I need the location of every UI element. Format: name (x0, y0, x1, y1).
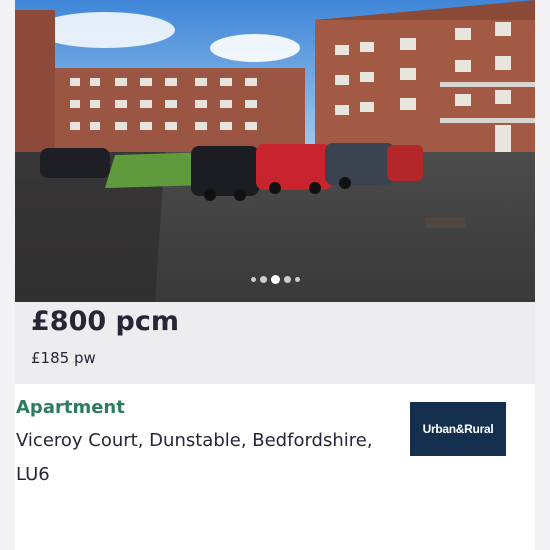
property-photo[interactable] (15, 0, 535, 302)
gallery-dot (283, 275, 291, 283)
gallery-dot (250, 276, 256, 282)
price-panel: £800 pcm £185 pw (15, 302, 535, 384)
gallery-pagination (15, 273, 535, 285)
property-address: Viceroy Court, Dunstable, Bedfordshire, … (16, 430, 373, 485)
property-photo-image (15, 0, 535, 302)
gallery-dot (294, 276, 300, 282)
agent-logo[interactable]: Urban&Rural (410, 402, 506, 456)
gallery-dot-active (270, 274, 280, 284)
property-type: Apartment (16, 397, 125, 418)
agent-logo-text: Urban&Rural (422, 422, 494, 436)
gallery-dot (259, 275, 267, 283)
monthly-price: £800 pcm (31, 306, 180, 337)
weekly-price: £185 pw (31, 349, 96, 367)
